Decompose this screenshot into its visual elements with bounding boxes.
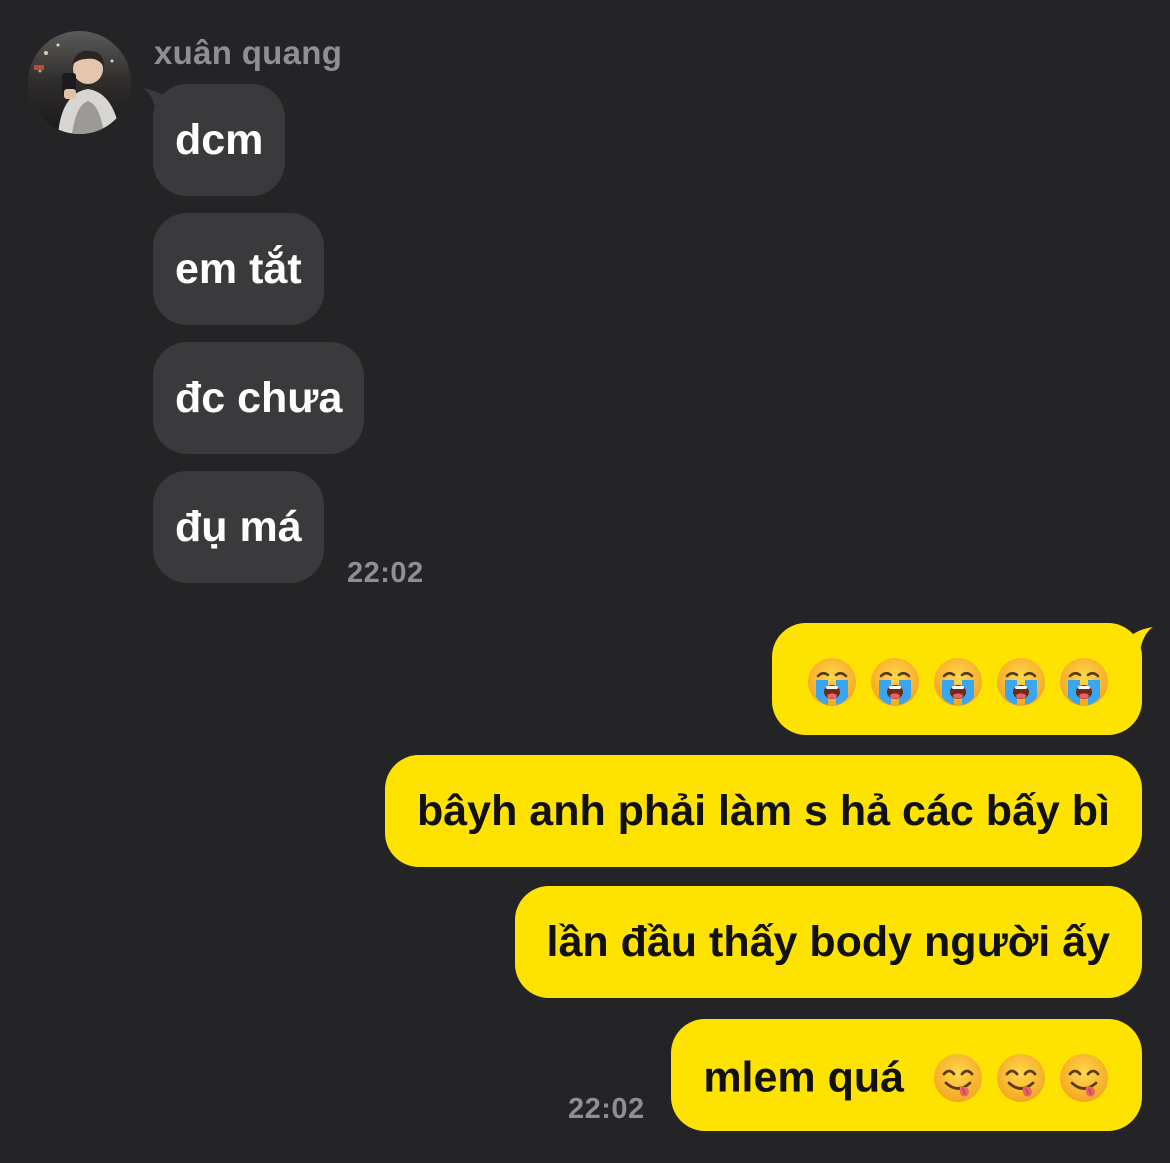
outgoing-timestamp: 22:02: [568, 1093, 645, 1125]
message-text: em tắt: [175, 245, 302, 293]
sender-avatar[interactable]: [28, 31, 131, 134]
incoming-message-bubble[interactable]: đc chưa: [153, 342, 365, 454]
incoming-message-bubble[interactable]: em tắt: [153, 213, 324, 325]
incoming-message-bubble[interactable]: dcm: [153, 84, 286, 196]
face-savoring-food-icon: [932, 1052, 984, 1104]
sender-name: xuân quang: [154, 34, 343, 71]
loudly-crying-face-icon: [806, 656, 858, 708]
loudly-crying-face-icon: [869, 656, 921, 708]
message-text: lần đầu thấy body người ấy: [546, 918, 1110, 966]
message-text: dcm: [175, 116, 264, 164]
outgoing-message-bubble[interactable]: mlem quá: [671, 1019, 1142, 1131]
outgoing-message-bubble[interactable]: bâyh anh phải làm s hả các bấy bì: [384, 755, 1142, 867]
emoji-row: [932, 1052, 1110, 1104]
loudly-crying-face-icon: [995, 656, 1047, 708]
message-text: đc chưa: [175, 374, 343, 422]
loudly-crying-face-icon: [1058, 656, 1110, 708]
incoming-timestamp: 22:02: [347, 557, 424, 589]
loudly-crying-face-icon: [932, 656, 984, 708]
incoming-message-bubble[interactable]: đụ má: [153, 471, 324, 583]
emoji-row: [806, 656, 1110, 708]
outgoing-message-bubble[interactable]: [772, 623, 1142, 735]
face-savoring-food-icon: [995, 1052, 1047, 1104]
face-savoring-food-icon: [1058, 1052, 1110, 1104]
outgoing-message-bubble[interactable]: lần đầu thấy body người ấy: [514, 886, 1142, 998]
message-text: mlem quá: [703, 1053, 905, 1102]
message-text: bâyh anh phải làm s hả các bấy bì: [416, 787, 1110, 835]
message-text: đụ má: [175, 503, 302, 551]
